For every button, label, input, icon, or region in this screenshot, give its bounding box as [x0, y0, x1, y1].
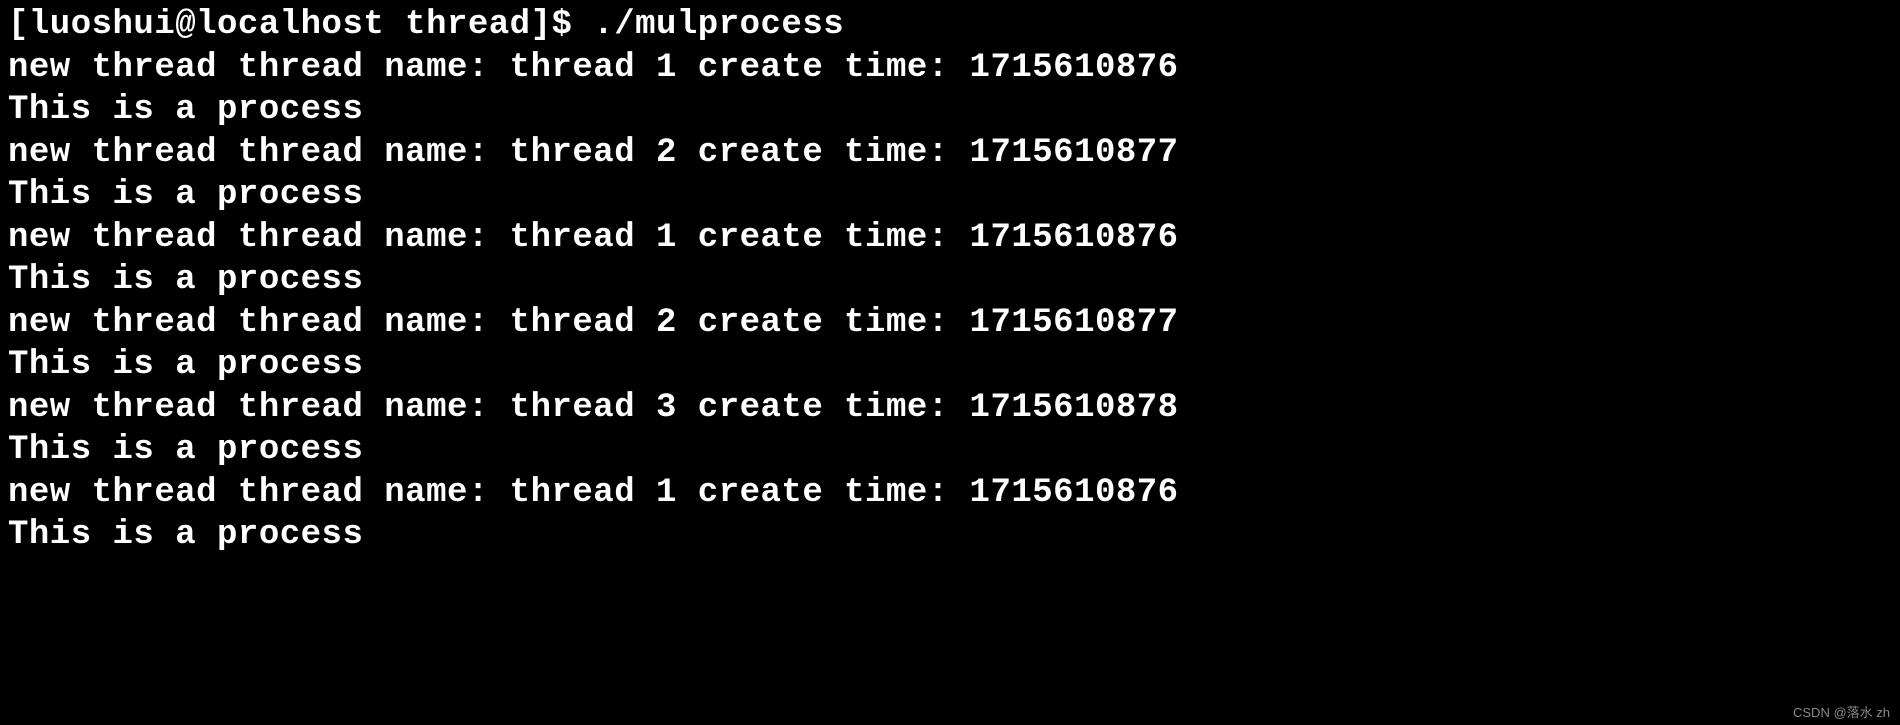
terminal-output-line: new thread thread name: thread 3 create …	[8, 387, 1892, 430]
terminal-output-line: This is a process	[8, 89, 1892, 132]
terminal-window[interactable]: [luoshui@localhost thread]$ ./mulprocess…	[8, 4, 1892, 557]
terminal-output-line: new thread thread name: thread 2 create …	[8, 132, 1892, 175]
terminal-prompt-line: [luoshui@localhost thread]$ ./mulprocess	[8, 4, 1892, 47]
watermark-text: CSDN @落水 zh	[1793, 705, 1890, 721]
terminal-output-line: This is a process	[8, 174, 1892, 217]
terminal-output-line: This is a process	[8, 514, 1892, 557]
terminal-output-line: This is a process	[8, 429, 1892, 472]
terminal-output-line: new thread thread name: thread 1 create …	[8, 47, 1892, 90]
terminal-output-line: This is a process	[8, 259, 1892, 302]
terminal-output-line: This is a process	[8, 344, 1892, 387]
terminal-output-line: new thread thread name: thread 1 create …	[8, 472, 1892, 515]
terminal-output-line: new thread thread name: thread 2 create …	[8, 302, 1892, 345]
terminal-output-line: new thread thread name: thread 1 create …	[8, 217, 1892, 260]
